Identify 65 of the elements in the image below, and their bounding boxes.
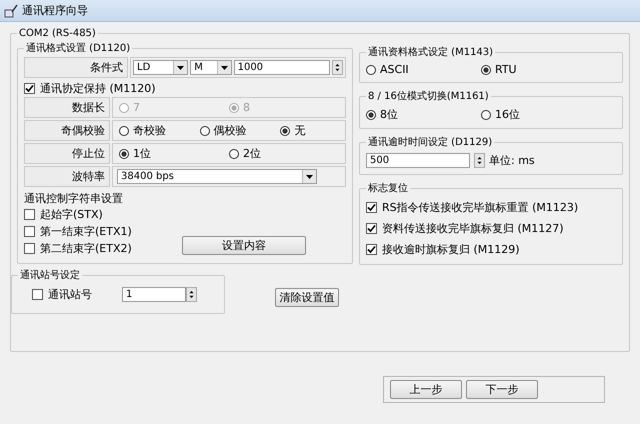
radio-button[interactable] (481, 64, 491, 74)
checkbox[interactable] (366, 202, 377, 213)
baud-rate-dropdown[interactable]: 38400 bps (117, 169, 317, 184)
checkbox-label: 起始字(STX) (40, 207, 103, 222)
checkbox[interactable] (24, 209, 35, 220)
wizard-button[interactable]: 下一步 (466, 380, 538, 399)
group-title: 通讯资料格式设定 (M1143) (367, 46, 494, 59)
radio-label: 1位 (133, 146, 151, 161)
radio-button[interactable] (366, 110, 376, 120)
row-label: 停止位 (24, 143, 110, 164)
checkbox-label: 第一结束字(ETX1) (40, 224, 132, 239)
checkbox-label: 第二结束字(ETX2) (40, 241, 132, 256)
checkbox-label: 接收逾时旗标复归 (M1129) (382, 242, 520, 257)
radio-button[interactable] (280, 126, 290, 136)
group-title: 通讯站号设定 (19, 268, 81, 282)
set-content-button[interactable]: 设置内容 (182, 236, 306, 255)
unit-label: 单位: ms (489, 153, 535, 168)
window-title: 通讯程序向导 (22, 3, 88, 18)
app-icon (4, 4, 18, 18)
radio-label: 偶校验 (214, 123, 247, 138)
row-label: 数据长 (24, 97, 110, 118)
group-title: 通讯格式设置 (D1120) (25, 42, 132, 55)
checkbox-label: 通讯协定保持 (M1120) (40, 81, 156, 96)
row-label: 波特率 (24, 166, 110, 187)
radio-button[interactable] (200, 126, 210, 136)
input-field[interactable]: 500 (366, 153, 470, 168)
spin-button[interactable] (186, 287, 197, 302)
spin-button[interactable] (332, 60, 344, 75)
checkbox-label: 资料传送接收完毕旗标复归 (M1127) (382, 221, 564, 236)
group-title: 通讯逾时时间设定 (D1129) (367, 136, 494, 149)
radio-button[interactable] (366, 64, 376, 74)
clear-settings-button[interactable]: 清除设置值 (275, 288, 339, 306)
radio-label: 7 (133, 101, 140, 114)
radio-label: 8位 (380, 107, 398, 122)
radio-button[interactable] (119, 148, 129, 158)
radio-label: 无 (294, 123, 306, 138)
checkbox[interactable] (366, 223, 377, 234)
checkbox[interactable] (32, 289, 43, 300)
radio-label: ASCII (380, 63, 409, 76)
wizard-button[interactable]: 上一步 (390, 380, 462, 399)
radio-button[interactable] (119, 126, 129, 136)
section-title: 通讯控制字符串设置 (24, 191, 124, 206)
checkbox[interactable] (366, 244, 377, 255)
radio-label: 8 (243, 101, 250, 114)
radio-button[interactable] (229, 148, 239, 158)
spin-button[interactable] (474, 153, 485, 168)
dropdown[interactable]: LD (133, 60, 188, 75)
group-title: 标志复位 (367, 182, 409, 195)
input-field[interactable]: 1000 (234, 60, 330, 75)
checkbox[interactable] (24, 243, 35, 254)
row-label: 奇偶校验 (24, 120, 110, 141)
checkbox[interactable] (24, 83, 35, 94)
checkbox-label: RS指令传送接收完毕旗标重置 (M1123) (382, 200, 578, 215)
checkbox[interactable] (24, 226, 35, 237)
checkbox-label: 通讯站号 (48, 287, 92, 302)
radio-button[interactable] (481, 110, 491, 120)
input-field[interactable]: 1 (122, 287, 186, 302)
row-label: 条件式 (24, 57, 128, 78)
radio-label: 16位 (495, 107, 520, 122)
radio-label: RTU (495, 63, 517, 76)
dropdown[interactable]: M (190, 60, 232, 75)
radio-label: 奇校验 (133, 123, 166, 138)
group-title: COM2 (RS-485) (18, 28, 97, 39)
radio-label: 2位 (243, 146, 261, 161)
group-title: 8 / 16位模式切换(M1161) (367, 90, 490, 103)
